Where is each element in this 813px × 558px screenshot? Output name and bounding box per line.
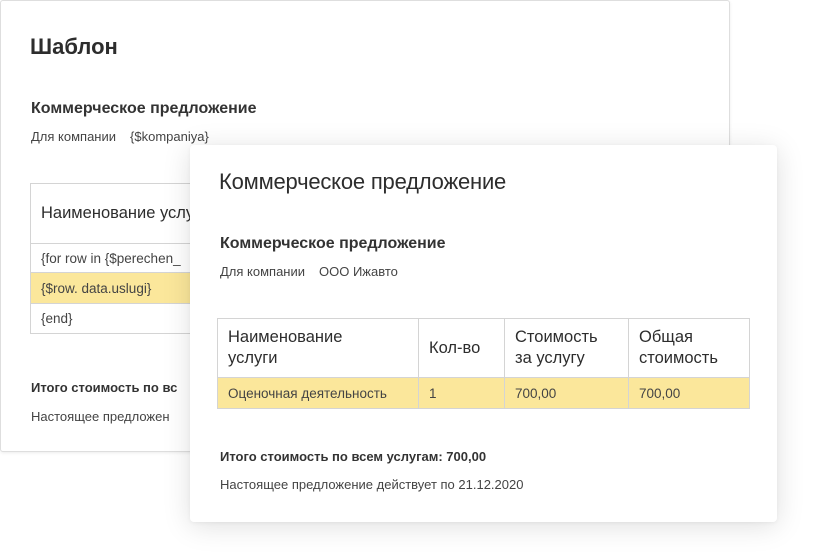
result-card: Коммерческое предложение Коммерческое пр…	[190, 145, 777, 522]
result-cell-total: 700,00	[628, 377, 750, 409]
template-title: Шаблон	[30, 34, 118, 59]
template-doc-title: Коммерческое предложение	[31, 100, 257, 117]
template-total: Итого стоимость по вс	[31, 380, 178, 395]
result-company-line: Для компании ООО Ижавто	[220, 264, 398, 279]
result-company-value: ООО Ижавто	[319, 264, 398, 279]
template-company-label: Для компании	[31, 129, 117, 144]
result-doc-title: Коммерческое предложение	[220, 235, 446, 252]
result-table: Наименование услуги Кол-во Стоимость за …	[217, 318, 750, 409]
template-company-line: Для компании {$kompaniya}	[31, 129, 209, 144]
result-company-label: Для компании	[220, 264, 306, 279]
result-total: Итого стоимость по всем услугам: 700,00	[220, 449, 487, 464]
template-validity: Настоящее предложен	[31, 409, 170, 424]
result-header-unit-price: Стоимость за услугу	[504, 318, 629, 378]
result-cell-qty: 1	[418, 377, 505, 409]
result-cell-unit-price: 700,00	[504, 377, 629, 409]
result-header-total: Общая стоимость	[628, 318, 750, 378]
result-header-qty: Кол-во	[418, 318, 505, 378]
template-company-placeholder: {$kompaniya}	[130, 129, 209, 144]
result-header-name: Наименование услуги	[217, 318, 419, 378]
result-cell-service: Оценочная деятельность	[217, 377, 419, 409]
result-title: Коммерческое предложение	[219, 169, 507, 194]
result-validity: Настоящее предложение действует по 21.12…	[220, 477, 524, 492]
